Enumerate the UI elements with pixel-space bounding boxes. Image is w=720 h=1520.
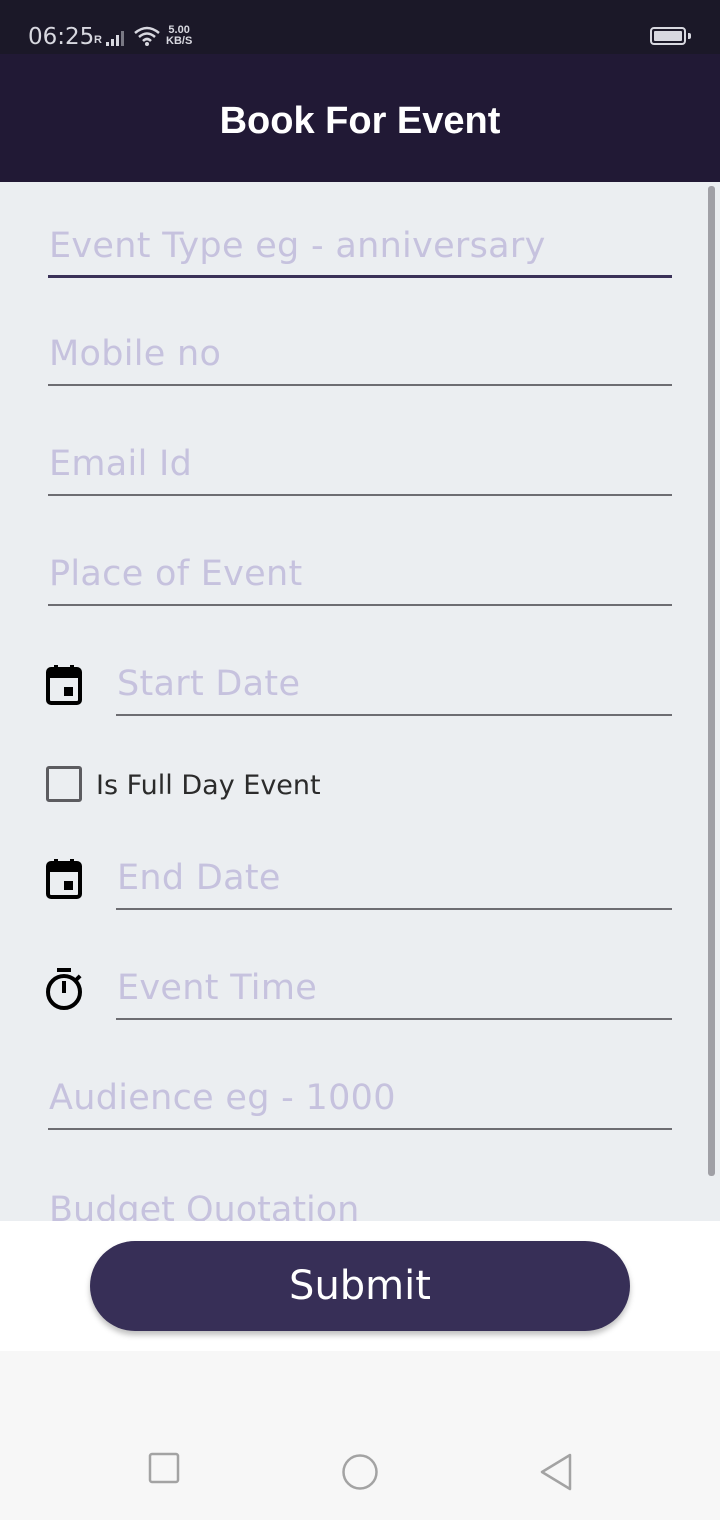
full-day-checkbox[interactable] (46, 766, 82, 802)
circle-icon[interactable] (341, 1453, 379, 1491)
page-title: Book For Event (219, 100, 501, 142)
place-underline (48, 604, 672, 606)
start-date-field[interactable]: Start Date (116, 656, 672, 716)
calendar-icon[interactable] (46, 859, 82, 899)
timer-icon[interactable] (45, 967, 83, 1011)
battery-icon (650, 27, 686, 45)
event-time-underline (116, 1018, 672, 1020)
full-day-label[interactable]: Is Full Day Event (96, 770, 321, 801)
speed-unit: KB/S (166, 35, 193, 47)
mobile-placeholder: Mobile no (49, 334, 222, 374)
network-speed: 5.00 KB/S (166, 25, 192, 47)
app-bar: Book For Event (0, 54, 720, 182)
scrollbar[interactable] (708, 186, 715, 1176)
submit-button[interactable]: Submit (90, 1241, 630, 1331)
audience-field[interactable]: Audience eg - 1000 (48, 1070, 672, 1130)
start-date-underline (116, 714, 672, 716)
end-date-field[interactable]: End Date (116, 850, 672, 910)
end-date-placeholder: End Date (117, 858, 281, 898)
booking-form[interactable]: Event Type eg - anniversary Mobile no Em… (0, 182, 720, 1221)
roaming-indicator: R (94, 34, 102, 46)
start-date-placeholder: Start Date (117, 664, 301, 704)
budget-field[interactable]: Budget Quotation (49, 1190, 359, 1221)
event-type-underline (48, 275, 672, 278)
email-field[interactable]: Email Id (48, 436, 672, 496)
audience-placeholder: Audience eg - 1000 (49, 1078, 396, 1118)
mobile-field[interactable]: Mobile no (48, 326, 672, 386)
wifi-icon (134, 26, 160, 46)
signal-icon (104, 30, 126, 46)
status-time: 06:25 (28, 24, 95, 50)
event-time-placeholder: Event Time (117, 968, 318, 1008)
status-bar: 06:25 R 5.00 KB/S (0, 0, 720, 54)
end-date-underline (116, 908, 672, 910)
event-time-field[interactable]: Event Time (116, 960, 672, 1020)
event-type-placeholder: Event Type eg - anniversary (49, 226, 546, 266)
email-underline (48, 494, 672, 496)
email-placeholder: Email Id (49, 444, 193, 484)
event-type-field[interactable]: Event Type eg - anniversary (48, 218, 672, 278)
navigation-bar (0, 1351, 720, 1520)
audience-underline (48, 1128, 672, 1130)
battery-tip (688, 33, 691, 39)
place-field[interactable]: Place of Event (48, 546, 672, 606)
triangle-back-icon[interactable] (538, 1453, 574, 1491)
submit-area: Submit (0, 1221, 720, 1351)
square-icon[interactable] (148, 1452, 180, 1484)
calendar-icon[interactable] (46, 665, 82, 705)
place-placeholder: Place of Event (49, 554, 303, 594)
mobile-underline (48, 384, 672, 386)
